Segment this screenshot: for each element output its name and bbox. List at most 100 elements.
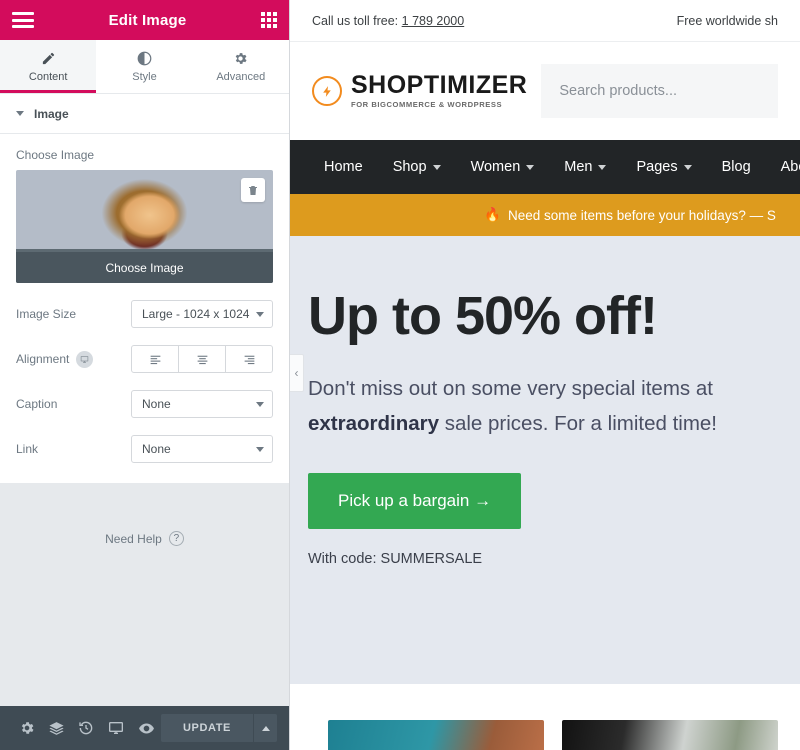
- eye-icon[interactable]: [131, 720, 161, 737]
- section-image-label: Image: [34, 106, 69, 121]
- monitor-icon[interactable]: [101, 720, 131, 736]
- image-preview-thumbnail[interactable]: Choose Image: [16, 170, 273, 283]
- section-image-header[interactable]: Image: [0, 94, 289, 134]
- tab-content[interactable]: Content: [0, 40, 97, 93]
- nav-item-label: Blog: [721, 159, 751, 175]
- nav-item-pages[interactable]: Pages: [621, 159, 706, 175]
- image-size-row: Image Size Large - 1024 x 1024: [16, 300, 273, 328]
- nav-item-men[interactable]: Men: [549, 159, 621, 175]
- editor-footer-toolbar: UPDATE: [0, 706, 289, 750]
- cta-button-label: Pick up a bargain →: [338, 491, 492, 511]
- need-help-link[interactable]: Need Help ?: [0, 531, 289, 546]
- fire-emoji-icon: 🔥: [484, 207, 501, 222]
- contrast-icon: [137, 51, 152, 66]
- choose-image-label: Choose Image: [16, 148, 95, 162]
- update-button-group: UPDATE: [160, 714, 277, 742]
- elementor-editor-panel: Edit Image Content Style Advanced Image …: [0, 0, 290, 750]
- nav-item-label: About: [780, 159, 800, 175]
- chevron-down-icon: [598, 164, 607, 170]
- panel-empty-area: Need Help ?: [0, 483, 289, 706]
- hero-section: ‹ Up to 50% off! Don't miss out on some …: [290, 236, 800, 684]
- phone-link[interactable]: 1 789 2000: [402, 14, 465, 28]
- tab-advanced[interactable]: Advanced: [193, 40, 289, 93]
- nav-item-women[interactable]: Women: [456, 159, 550, 175]
- chevron-down-icon: [526, 164, 535, 170]
- logo-name: SHOPTIMIZER: [351, 71, 528, 100]
- search-input[interactable]: Search products...: [541, 64, 778, 118]
- chevron-down-icon: [256, 311, 264, 317]
- chevron-down-icon: [256, 401, 264, 407]
- chevron-down-icon: [16, 111, 24, 116]
- align-center-icon[interactable]: [179, 345, 226, 373]
- site-preview: Call us toll free: 1 789 2000 Free world…: [290, 0, 800, 750]
- trash-icon[interactable]: [241, 178, 265, 202]
- nav-item-label: Women: [470, 159, 521, 175]
- chevron-down-icon: [683, 164, 692, 170]
- choose-image-overlay-label: Choose Image: [105, 260, 184, 275]
- lightning-bolt-icon: [312, 76, 342, 106]
- caption-value: None: [142, 397, 171, 411]
- caption-select[interactable]: None: [131, 390, 273, 418]
- tab-content-label: Content: [28, 71, 68, 83]
- shipping-note: Free worldwide sh: [676, 13, 778, 28]
- promo-banner-text: Need some items before your holidays? — …: [507, 207, 776, 223]
- tab-style[interactable]: Style: [96, 40, 192, 93]
- alignment-row: Alignment: [16, 345, 273, 373]
- tab-style-label: Style: [132, 71, 157, 83]
- alignment-label: Alignment: [16, 352, 70, 366]
- choose-image-overlay-button[interactable]: Choose Image: [16, 252, 273, 283]
- align-right-icon[interactable]: [226, 345, 273, 373]
- app-screen: Edit Image Content Style Advanced Image …: [0, 0, 800, 750]
- logo-text-block: SHOPTIMIZER FOR BIGCOMMERCE & WORDPRESS: [351, 73, 527, 109]
- promo-card-right[interactable]: [562, 720, 778, 750]
- chevron-down-icon: [432, 164, 441, 170]
- chevron-up-icon[interactable]: [253, 714, 277, 742]
- grid-icon[interactable]: [260, 12, 277, 28]
- chevron-left-icon[interactable]: ‹: [290, 354, 304, 392]
- link-row: Link None: [16, 435, 273, 463]
- alignment-button-group: [131, 345, 273, 373]
- logo-tagline: FOR BIGCOMMERCE & WORDPRESS: [351, 100, 503, 110]
- call-prefix-label: Call us toll free:: [312, 13, 399, 28]
- tab-advanced-label: Advanced: [216, 71, 266, 83]
- update-button[interactable]: UPDATE: [160, 714, 253, 742]
- site-masthead: SHOPTIMIZER FOR BIGCOMMERCE & WORDPRESS …: [290, 42, 800, 140]
- pencil-icon: [41, 51, 56, 66]
- hero-subtext-line2: sale prices. For a limited time!: [439, 411, 718, 435]
- promo-banner[interactable]: 🔥 Need some items before your holidays? …: [290, 194, 800, 236]
- chevron-down-icon: [256, 446, 264, 452]
- link-select[interactable]: None: [131, 435, 273, 463]
- image-size-select[interactable]: Large - 1024 x 1024: [131, 300, 273, 328]
- caption-row: Caption None: [16, 390, 273, 418]
- nav-item-label: Pages: [636, 159, 678, 175]
- nav-item-blog[interactable]: Blog: [707, 159, 766, 175]
- question-circle-icon: ?: [168, 531, 184, 546]
- site-topbar: Call us toll free: 1 789 2000 Free world…: [290, 0, 800, 42]
- image-settings-body: Choose Image Choose Image Image Size Lar…: [0, 134, 289, 483]
- nav-item-about[interactable]: About: [766, 159, 800, 175]
- search-placeholder: Search products...: [559, 83, 678, 99]
- cta-button[interactable]: Pick up a bargain →: [308, 473, 522, 530]
- history-icon[interactable]: [72, 720, 102, 736]
- align-left-icon[interactable]: [131, 345, 179, 373]
- image-size-value: Large - 1024 x 1024: [142, 307, 250, 321]
- nav-item-shop[interactable]: Shop: [378, 159, 456, 175]
- promo-card-left[interactable]: [328, 720, 544, 750]
- caption-label: Caption: [16, 397, 58, 411]
- need-help-label: Need Help: [105, 531, 162, 546]
- layers-icon[interactable]: [42, 720, 72, 737]
- link-label: Link: [16, 442, 39, 456]
- hero-subtext-line1: Don't miss out on some very special item…: [308, 376, 713, 400]
- gear-icon[interactable]: [12, 720, 42, 736]
- monitor-icon[interactable]: [76, 350, 94, 368]
- editor-panel-header: Edit Image: [0, 0, 289, 40]
- update-button-label: UPDATE: [182, 722, 231, 734]
- editor-tabs: Content Style Advanced: [0, 40, 289, 94]
- hero-subtext: Don't miss out on some very special item…: [308, 371, 778, 442]
- page-title: Edit Image: [108, 11, 187, 29]
- nav-item-home[interactable]: Home: [312, 159, 378, 175]
- topbar-call-info: Call us toll free: 1 789 2000: [312, 14, 464, 28]
- site-logo[interactable]: SHOPTIMIZER FOR BIGCOMMERCE & WORDPRESS: [312, 73, 527, 109]
- hamburger-icon[interactable]: [12, 12, 34, 28]
- gear-icon: [233, 51, 248, 66]
